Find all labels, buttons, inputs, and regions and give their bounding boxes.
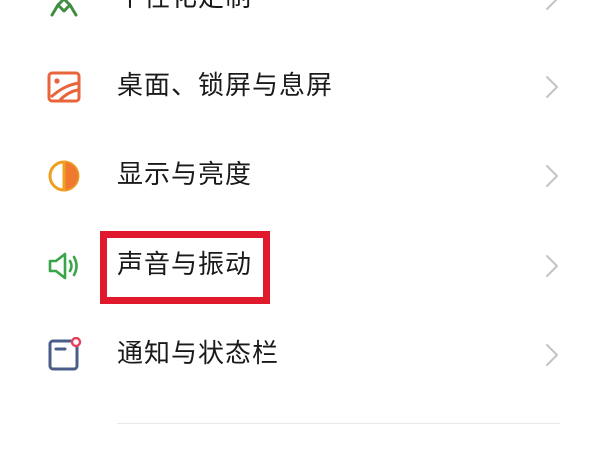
settings-list: 个性化定制 桌面、锁屏与息屏 显示与亮度 bbox=[0, 0, 600, 450]
settings-item-label: 个性化定制 bbox=[117, 0, 252, 15]
settings-item-label: 通知与状态栏 bbox=[117, 339, 280, 369]
chevron-right-icon bbox=[546, 165, 558, 187]
chevron-right-icon bbox=[546, 344, 558, 366]
settings-item-wallpaper[interactable]: 桌面、锁屏与息屏 bbox=[0, 56, 600, 116]
settings-item-display[interactable]: 显示与亮度 bbox=[0, 145, 600, 205]
highlight-box bbox=[100, 231, 270, 304]
settings-item-sound-vibration[interactable]: 声音与振动 bbox=[0, 235, 600, 295]
chevron-right-icon bbox=[546, 255, 558, 277]
wallpaper-icon bbox=[47, 71, 81, 103]
personalize-icon bbox=[50, 0, 78, 17]
display-brightness-icon bbox=[48, 160, 80, 192]
settings-item-label: 桌面、锁屏与息屏 bbox=[117, 71, 334, 101]
notification-icon bbox=[48, 337, 82, 371]
settings-item-notifications[interactable]: 通知与状态栏 bbox=[0, 324, 600, 384]
speaker-icon bbox=[48, 252, 78, 280]
settings-item-personalize[interactable]: 个性化定制 bbox=[0, 0, 600, 28]
chevron-right-icon bbox=[546, 76, 558, 98]
settings-item-label: 显示与亮度 bbox=[117, 160, 253, 190]
chevron-right-icon bbox=[546, 0, 558, 10]
list-divider bbox=[117, 423, 560, 424]
